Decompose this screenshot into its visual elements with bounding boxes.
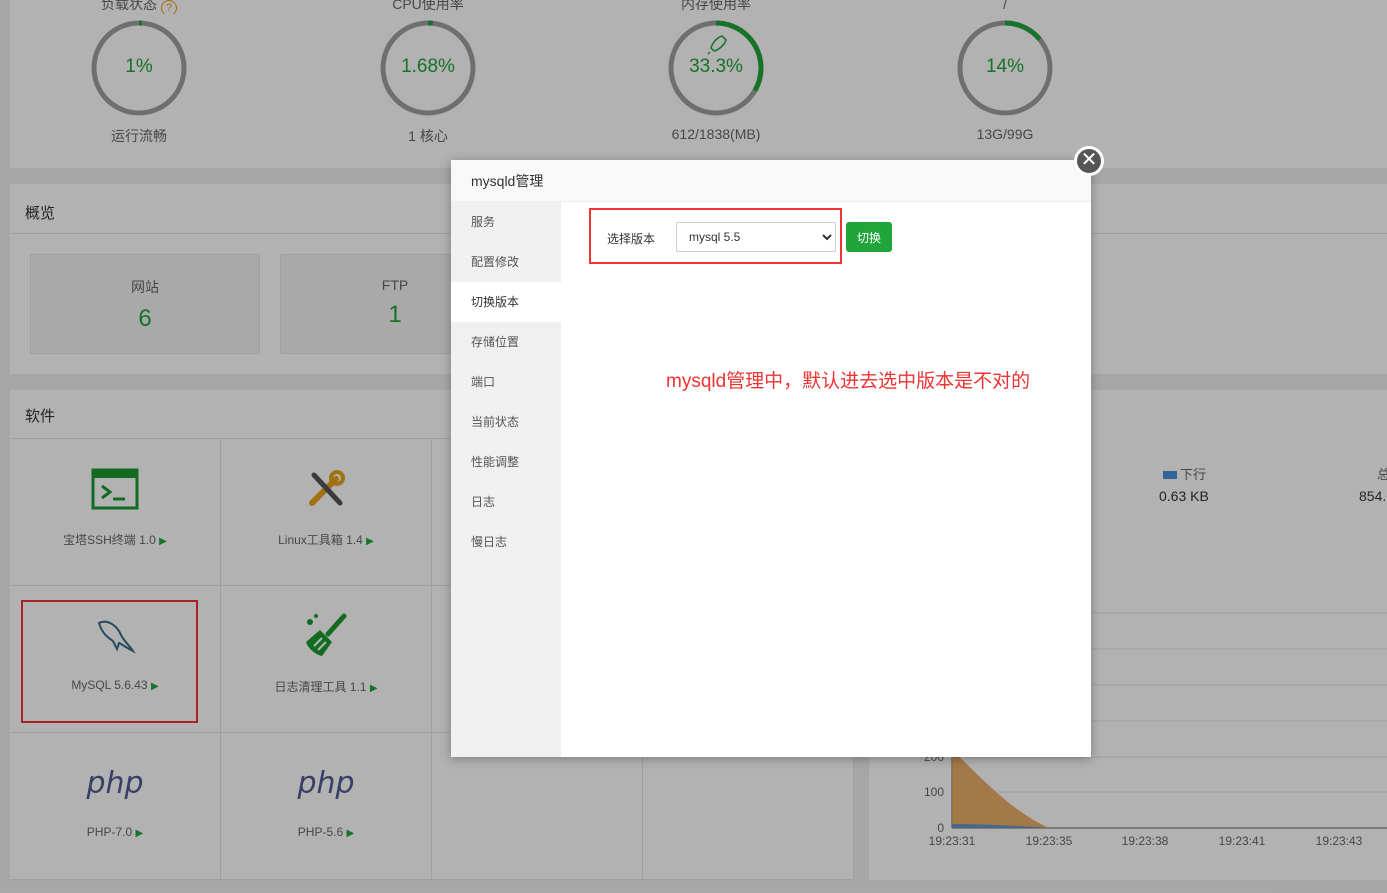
menu-item-storage[interactable]: 存储位置 xyxy=(451,322,561,362)
modal-body: 选择版本 mysql 5.5 切换 xyxy=(561,202,1091,757)
menu-item-slow-log[interactable]: 慢日志 xyxy=(451,522,561,562)
menu-item-switch-version[interactable]: 切换版本 xyxy=(451,282,561,322)
annotation-box-version xyxy=(589,208,842,264)
menu-item-port[interactable]: 端口 xyxy=(451,362,561,402)
annotation-text: mysqld管理中，默认进去选中版本是不对的 xyxy=(666,371,1031,392)
switch-version-button[interactable]: 切换 xyxy=(846,222,892,252)
menu-item-performance[interactable]: 性能调整 xyxy=(451,442,561,482)
modal-sidebar: 服务 配置修改 切换版本 存储位置 端口 当前状态 性能调整 日志 慢日志 xyxy=(451,202,561,757)
mysqld-modal: mysqld管理 ✕ 服务 配置修改 切换版本 存储位置 端口 当前状态 性能调… xyxy=(451,146,1104,757)
modal-title: mysqld管理 xyxy=(451,160,1091,202)
close-icon[interactable]: ✕ xyxy=(1074,146,1104,176)
menu-item-config[interactable]: 配置修改 xyxy=(451,242,561,282)
menu-item-status[interactable]: 当前状态 xyxy=(451,402,561,442)
menu-item-service[interactable]: 服务 xyxy=(451,202,561,242)
menu-item-log[interactable]: 日志 xyxy=(451,482,561,522)
